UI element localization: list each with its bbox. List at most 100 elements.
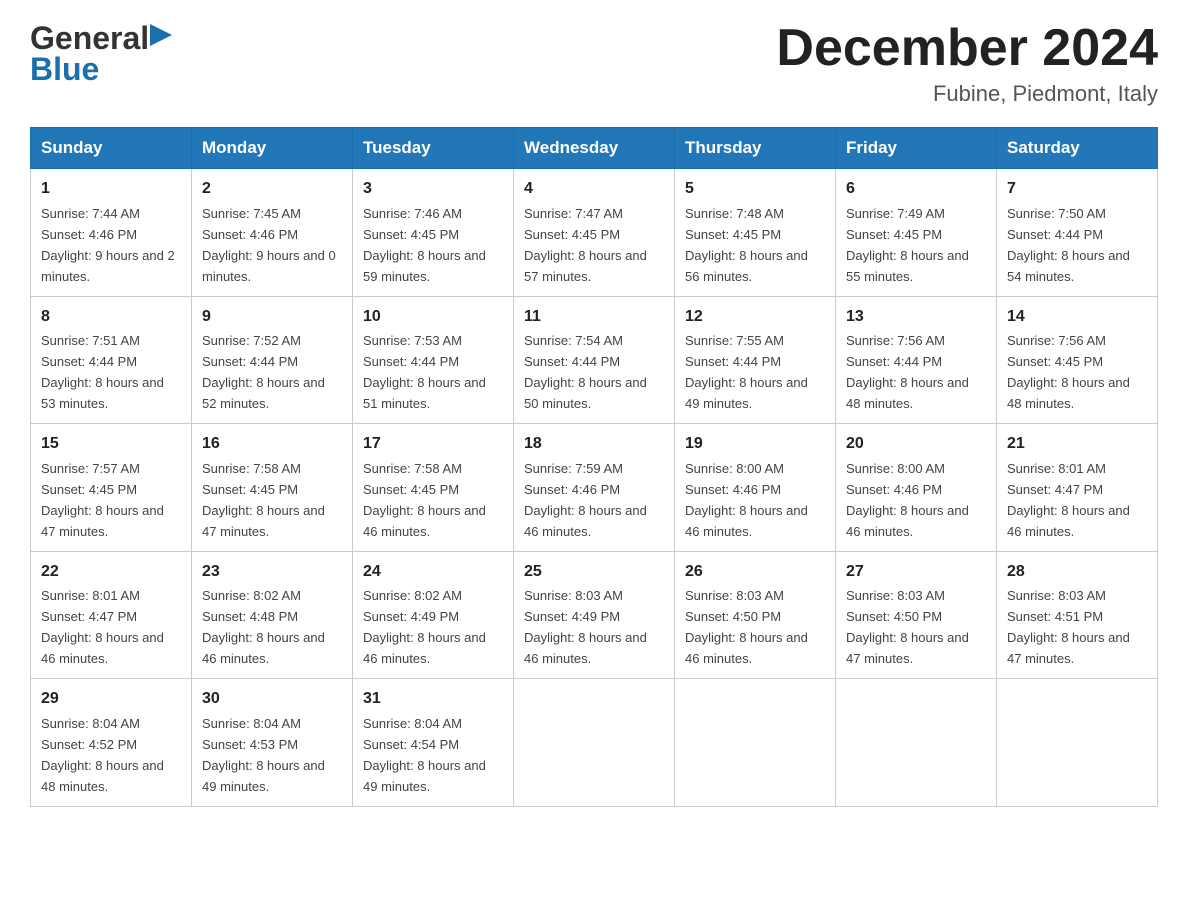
day-number: 19 [685, 432, 825, 457]
day-number: 14 [1007, 305, 1147, 330]
day-cell-8: 8 Sunrise: 7:51 AMSunset: 4:44 PMDayligh… [31, 296, 192, 423]
day-cell-10: 10 Sunrise: 7:53 AMSunset: 4:44 PMDaylig… [353, 296, 514, 423]
day-cell-6: 6 Sunrise: 7:49 AMSunset: 4:45 PMDayligh… [836, 169, 997, 296]
day-info: Sunrise: 8:03 AMSunset: 4:50 PMDaylight:… [685, 588, 808, 666]
calendar-week-row-4: 22 Sunrise: 8:01 AMSunset: 4:47 PMDaylig… [31, 551, 1158, 678]
day-cell-21: 21 Sunrise: 8:01 AMSunset: 4:47 PMDaylig… [997, 424, 1158, 551]
day-cell-14: 14 Sunrise: 7:56 AMSunset: 4:45 PMDaylig… [997, 296, 1158, 423]
day-number: 10 [363, 305, 503, 330]
day-info: Sunrise: 7:59 AMSunset: 4:46 PMDaylight:… [524, 461, 647, 539]
logo: General Blue [30, 20, 172, 88]
header-saturday: Saturday [997, 128, 1158, 169]
day-info: Sunrise: 7:49 AMSunset: 4:45 PMDaylight:… [846, 206, 969, 284]
day-number: 5 [685, 177, 825, 202]
day-number: 24 [363, 560, 503, 585]
calendar-header-row: Sunday Monday Tuesday Wednesday Thursday… [31, 128, 1158, 169]
empty-cell [675, 679, 836, 806]
day-number: 31 [363, 687, 503, 712]
day-cell-26: 26 Sunrise: 8:03 AMSunset: 4:50 PMDaylig… [675, 551, 836, 678]
day-cell-13: 13 Sunrise: 7:56 AMSunset: 4:44 PMDaylig… [836, 296, 997, 423]
day-info: Sunrise: 8:03 AMSunset: 4:50 PMDaylight:… [846, 588, 969, 666]
day-info: Sunrise: 7:45 AMSunset: 4:46 PMDaylight:… [202, 206, 336, 284]
day-cell-12: 12 Sunrise: 7:55 AMSunset: 4:44 PMDaylig… [675, 296, 836, 423]
day-cell-30: 30 Sunrise: 8:04 AMSunset: 4:53 PMDaylig… [192, 679, 353, 806]
calendar-week-row-5: 29 Sunrise: 8:04 AMSunset: 4:52 PMDaylig… [31, 679, 1158, 806]
empty-cell [514, 679, 675, 806]
day-info: Sunrise: 7:58 AMSunset: 4:45 PMDaylight:… [363, 461, 486, 539]
day-info: Sunrise: 7:44 AMSunset: 4:46 PMDaylight:… [41, 206, 175, 284]
day-number: 7 [1007, 177, 1147, 202]
month-title: December 2024 [776, 20, 1158, 77]
day-number: 17 [363, 432, 503, 457]
location-subtitle: Fubine, Piedmont, Italy [776, 81, 1158, 107]
day-number: 26 [685, 560, 825, 585]
day-cell-25: 25 Sunrise: 8:03 AMSunset: 4:49 PMDaylig… [514, 551, 675, 678]
day-number: 16 [202, 432, 342, 457]
day-cell-18: 18 Sunrise: 7:59 AMSunset: 4:46 PMDaylig… [514, 424, 675, 551]
day-info: Sunrise: 8:01 AMSunset: 4:47 PMDaylight:… [41, 588, 164, 666]
day-number: 21 [1007, 432, 1147, 457]
day-cell-5: 5 Sunrise: 7:48 AMSunset: 4:45 PMDayligh… [675, 169, 836, 296]
day-cell-24: 24 Sunrise: 8:02 AMSunset: 4:49 PMDaylig… [353, 551, 514, 678]
day-cell-23: 23 Sunrise: 8:02 AMSunset: 4:48 PMDaylig… [192, 551, 353, 678]
page-header: General Blue December 2024 Fubine, Piedm… [30, 20, 1158, 107]
day-info: Sunrise: 7:51 AMSunset: 4:44 PMDaylight:… [41, 333, 164, 411]
empty-cell [836, 679, 997, 806]
day-number: 4 [524, 177, 664, 202]
day-cell-16: 16 Sunrise: 7:58 AMSunset: 4:45 PMDaylig… [192, 424, 353, 551]
day-number: 13 [846, 305, 986, 330]
day-number: 20 [846, 432, 986, 457]
day-number: 23 [202, 560, 342, 585]
day-cell-22: 22 Sunrise: 8:01 AMSunset: 4:47 PMDaylig… [31, 551, 192, 678]
header-sunday: Sunday [31, 128, 192, 169]
day-cell-20: 20 Sunrise: 8:00 AMSunset: 4:46 PMDaylig… [836, 424, 997, 551]
day-info: Sunrise: 7:53 AMSunset: 4:44 PMDaylight:… [363, 333, 486, 411]
logo-blue: Blue [30, 51, 99, 88]
day-info: Sunrise: 7:56 AMSunset: 4:44 PMDaylight:… [846, 333, 969, 411]
day-number: 2 [202, 177, 342, 202]
title-section: December 2024 Fubine, Piedmont, Italy [776, 20, 1158, 107]
header-thursday: Thursday [675, 128, 836, 169]
day-cell-4: 4 Sunrise: 7:47 AMSunset: 4:45 PMDayligh… [514, 169, 675, 296]
day-number: 18 [524, 432, 664, 457]
logo-arrow-icon [150, 24, 172, 46]
day-cell-2: 2 Sunrise: 7:45 AMSunset: 4:46 PMDayligh… [192, 169, 353, 296]
day-info: Sunrise: 7:54 AMSunset: 4:44 PMDaylight:… [524, 333, 647, 411]
day-info: Sunrise: 8:03 AMSunset: 4:49 PMDaylight:… [524, 588, 647, 666]
day-number: 9 [202, 305, 342, 330]
day-number: 8 [41, 305, 181, 330]
day-info: Sunrise: 8:00 AMSunset: 4:46 PMDaylight:… [846, 461, 969, 539]
day-info: Sunrise: 7:56 AMSunset: 4:45 PMDaylight:… [1007, 333, 1130, 411]
day-cell-17: 17 Sunrise: 7:58 AMSunset: 4:45 PMDaylig… [353, 424, 514, 551]
day-number: 15 [41, 432, 181, 457]
day-number: 22 [41, 560, 181, 585]
day-info: Sunrise: 7:52 AMSunset: 4:44 PMDaylight:… [202, 333, 325, 411]
day-info: Sunrise: 8:04 AMSunset: 4:53 PMDaylight:… [202, 716, 325, 794]
day-info: Sunrise: 8:04 AMSunset: 4:52 PMDaylight:… [41, 716, 164, 794]
day-info: Sunrise: 8:04 AMSunset: 4:54 PMDaylight:… [363, 716, 486, 794]
day-number: 1 [41, 177, 181, 202]
empty-cell [997, 679, 1158, 806]
day-info: Sunrise: 7:47 AMSunset: 4:45 PMDaylight:… [524, 206, 647, 284]
day-cell-1: 1 Sunrise: 7:44 AMSunset: 4:46 PMDayligh… [31, 169, 192, 296]
day-number: 25 [524, 560, 664, 585]
day-info: Sunrise: 7:48 AMSunset: 4:45 PMDaylight:… [685, 206, 808, 284]
day-cell-31: 31 Sunrise: 8:04 AMSunset: 4:54 PMDaylig… [353, 679, 514, 806]
day-cell-28: 28 Sunrise: 8:03 AMSunset: 4:51 PMDaylig… [997, 551, 1158, 678]
day-cell-11: 11 Sunrise: 7:54 AMSunset: 4:44 PMDaylig… [514, 296, 675, 423]
day-cell-7: 7 Sunrise: 7:50 AMSunset: 4:44 PMDayligh… [997, 169, 1158, 296]
day-cell-27: 27 Sunrise: 8:03 AMSunset: 4:50 PMDaylig… [836, 551, 997, 678]
day-info: Sunrise: 8:00 AMSunset: 4:46 PMDaylight:… [685, 461, 808, 539]
day-info: Sunrise: 7:58 AMSunset: 4:45 PMDaylight:… [202, 461, 325, 539]
day-cell-3: 3 Sunrise: 7:46 AMSunset: 4:45 PMDayligh… [353, 169, 514, 296]
calendar-table: Sunday Monday Tuesday Wednesday Thursday… [30, 127, 1158, 806]
day-info: Sunrise: 8:02 AMSunset: 4:48 PMDaylight:… [202, 588, 325, 666]
day-number: 12 [685, 305, 825, 330]
header-tuesday: Tuesday [353, 128, 514, 169]
day-info: Sunrise: 8:01 AMSunset: 4:47 PMDaylight:… [1007, 461, 1130, 539]
day-number: 30 [202, 687, 342, 712]
day-number: 3 [363, 177, 503, 202]
day-cell-15: 15 Sunrise: 7:57 AMSunset: 4:45 PMDaylig… [31, 424, 192, 551]
calendar-week-row-2: 8 Sunrise: 7:51 AMSunset: 4:44 PMDayligh… [31, 296, 1158, 423]
day-info: Sunrise: 7:46 AMSunset: 4:45 PMDaylight:… [363, 206, 486, 284]
